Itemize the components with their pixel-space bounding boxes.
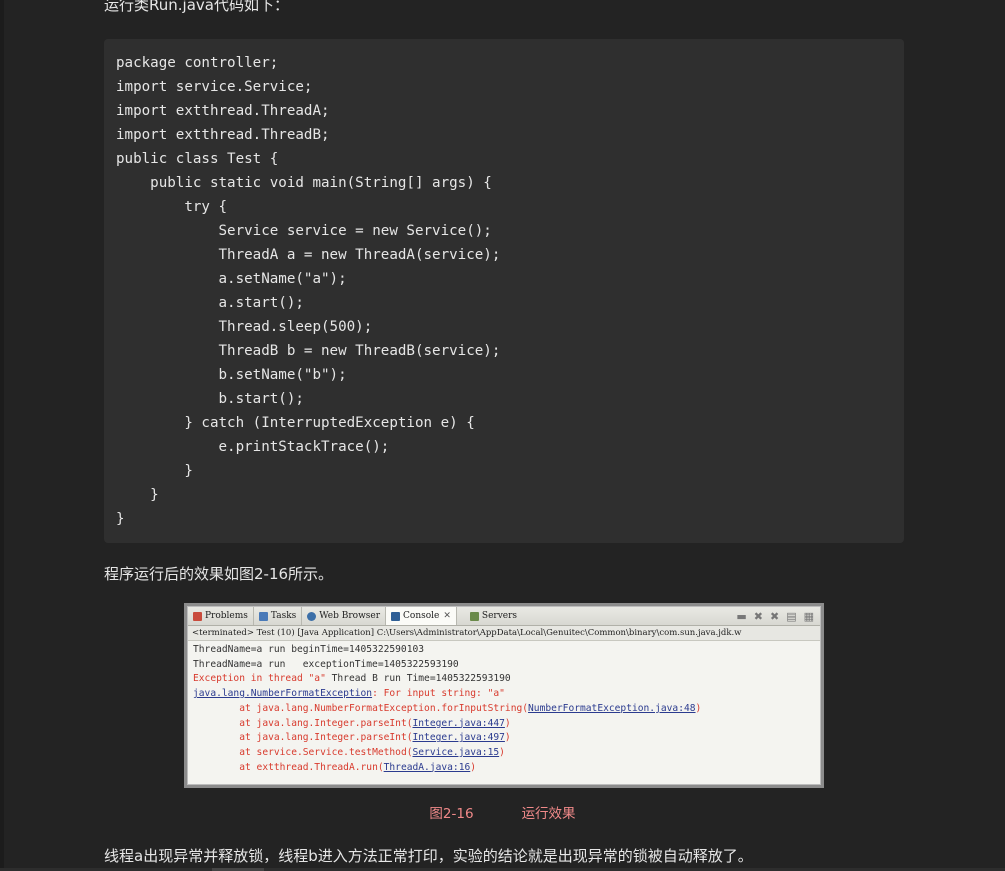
scroll-lock-icon: ▤ xyxy=(786,609,797,623)
code-line[interactable]: a.setName("a"); xyxy=(116,267,892,291)
tab-servers: Servers xyxy=(465,607,522,625)
code-content[interactable]: package controller; import service.Servic… xyxy=(116,51,892,531)
stack-frame: at java.lang.Integer.parseInt(Integer.ja… xyxy=(193,717,511,729)
stack-frame: at java.lang.NumberFormatException.forIn… xyxy=(193,702,702,714)
code-line[interactable]: public static void main(String[] args) { xyxy=(116,171,892,195)
tab-label: Problems xyxy=(205,611,248,621)
code-line[interactable]: Service service = new Service(); xyxy=(116,219,892,243)
console-icon xyxy=(391,611,401,621)
code-line[interactable]: import extthread.ThreadB; xyxy=(116,123,892,147)
caption-number: 图2-16 xyxy=(429,806,474,822)
code-line[interactable]: } xyxy=(116,483,892,507)
code-line[interactable]: Thread.sleep(500); xyxy=(116,315,892,339)
code-line[interactable]: import service.Service; xyxy=(116,75,892,99)
code-line[interactable]: ThreadB b = new ThreadB(service); xyxy=(116,339,892,363)
code-line[interactable]: e.printStackTrace(); xyxy=(116,435,892,459)
code-line[interactable]: public class Test { xyxy=(116,147,892,171)
tasks-icon xyxy=(258,611,268,621)
close-icon: ✕ xyxy=(443,611,451,621)
view-tab-bar: Problems Tasks Web Browser Console ✕ Ser… xyxy=(188,607,820,626)
globe-icon xyxy=(307,611,317,621)
tab-label: Web Browser xyxy=(319,611,381,621)
remove-icon: ✖ xyxy=(753,609,763,623)
remove-all-icon: ✖ xyxy=(769,609,780,623)
tab-label: Tasks xyxy=(270,611,297,621)
page-left-edge xyxy=(0,0,4,871)
code-line[interactable]: a.start(); xyxy=(116,291,892,315)
eclipse-console-view: Problems Tasks Web Browser Console ✕ Ser… xyxy=(187,606,821,785)
console-output: ThreadName=a run beginTime=1405322590103… xyxy=(188,641,820,775)
code-line[interactable]: import extthread.ThreadA; xyxy=(116,99,892,123)
console-line: java.lang.NumberFormatException: For inp… xyxy=(193,688,505,700)
minimize-icon: ▬ xyxy=(736,609,747,623)
code-line[interactable]: try { xyxy=(116,195,892,219)
tab-problems: Problems xyxy=(188,607,254,625)
code-line[interactable]: b.setName("b"); xyxy=(116,363,892,387)
console-line: ThreadName=a run exceptionTime=140532259… xyxy=(193,658,459,670)
code-line[interactable]: package controller; xyxy=(116,51,892,75)
console-toolbar: ▬ ✖ ✖ ▤ ▦ xyxy=(736,610,820,623)
paragraph-conclusion: 线程a出现异常并释放锁，线程b进入方法正常打印，实验的结论就是出现异常的锁被自动… xyxy=(104,847,753,865)
tab-console: Console ✕ xyxy=(386,607,457,625)
caption-text: 运行效果 xyxy=(521,806,576,822)
terminated-status: <terminated> Test (10) [Java Application… xyxy=(188,626,820,641)
tab-label: Servers xyxy=(481,611,518,621)
tab-label: Console xyxy=(403,611,440,621)
console-line: Exception in thread "a" Thread B run Tim… xyxy=(193,673,511,685)
paragraph-figure-reference: 程序运行后的效果如图2-16所示。 xyxy=(104,565,334,583)
code-block[interactable]: package controller; import service.Servic… xyxy=(104,39,904,543)
code-line[interactable]: } xyxy=(116,507,892,531)
code-line[interactable]: } catch (InterruptedException e) { xyxy=(116,411,892,435)
stack-frame: at service.Service.testMethod(Service.ja… xyxy=(193,746,505,758)
figure-screenshot: Problems Tasks Web Browser Console ✕ Ser… xyxy=(184,603,824,788)
servers-icon xyxy=(469,611,479,621)
console-line: ThreadName=a run beginTime=1405322590103 xyxy=(193,644,425,655)
problems-icon xyxy=(193,611,202,621)
code-line[interactable]: b.start(); xyxy=(116,387,892,411)
pin-icon: ▦ xyxy=(803,609,814,623)
intro-text: 运行类Run.java代码如下： xyxy=(104,0,289,14)
stack-frame: at java.lang.Integer.parseInt(Integer.ja… xyxy=(193,732,511,744)
code-line[interactable]: } xyxy=(116,459,892,483)
stack-frame: at extthread.ThreadA.run(ThreadA.java:16… xyxy=(193,761,477,773)
figure-caption: 图2-16 运行效果 xyxy=(0,802,1005,822)
tab-tasks: Tasks xyxy=(254,607,303,625)
tab-web-browser: Web Browser xyxy=(302,607,387,625)
code-line[interactable]: ThreadA a = new ThreadA(service); xyxy=(116,243,892,267)
